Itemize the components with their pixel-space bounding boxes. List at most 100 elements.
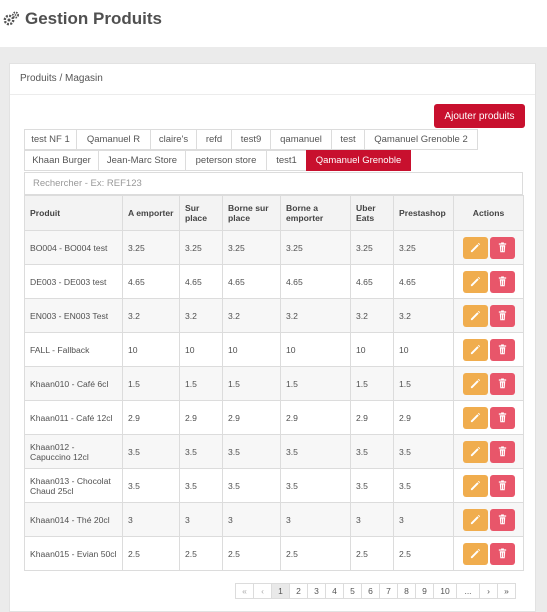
pagination-page-2[interactable]: 2: [289, 583, 308, 599]
tab-refd[interactable]: refd: [196, 129, 232, 150]
table-row: Khaan014 - Thé 20cl 3 3 3 3 3 3: [24, 502, 524, 537]
delete-button[interactable]: [489, 338, 515, 361]
cell-prestashop: 1.5: [393, 366, 454, 401]
cell-borne-sur-place: 1.5: [222, 366, 281, 401]
cell-borne-a-emporter: 3.2: [280, 298, 351, 333]
cell-actions: [453, 264, 524, 299]
edit-button[interactable]: [462, 304, 488, 327]
tab-claires[interactable]: claire's: [150, 129, 197, 150]
column-header-sur-place[interactable]: Sur place: [179, 195, 223, 231]
pagination-page-9[interactable]: 9: [415, 583, 434, 599]
delete-button[interactable]: [489, 304, 515, 327]
delete-button[interactable]: [489, 542, 515, 565]
edit-button[interactable]: [462, 338, 488, 361]
delete-button[interactable]: [489, 236, 515, 259]
tab-qamanuel-grenoble-2[interactable]: Qamanuel Grenoble 2: [364, 129, 478, 150]
cell-borne-sur-place: 4.65: [222, 264, 281, 299]
cell-borne-a-emporter: 3.5: [280, 468, 351, 503]
cell-produit: DE003 - DE003 test: [24, 264, 123, 299]
tab-test[interactable]: test: [331, 129, 365, 150]
edit-button[interactable]: [462, 406, 488, 429]
column-header-borne-a-emporter[interactable]: Borne a emporter: [280, 195, 351, 231]
table-row: Khaan015 - Evian 50cl 2.5 2.5 2.5 2.5 2.5 2.5: [24, 536, 524, 571]
column-header-a-emporter[interactable]: A emporter: [122, 195, 180, 231]
tab-qamanuel-r[interactable]: Qamanuel R: [76, 129, 151, 150]
products-panel: Produits / Magasin Ajouter produits test…: [9, 63, 536, 612]
table-header-row: Produit A emporter Sur place Borne sur p…: [24, 195, 524, 231]
cell-produit: EN003 - EN003 Test: [24, 298, 123, 333]
delete-button[interactable]: [489, 440, 515, 463]
cell-prestashop: 4.65: [393, 264, 454, 299]
table-row: Khaan012 - Capuccino 12cl 3.5 3.5 3.5 3.5 3.5…: [24, 434, 524, 469]
pagination-next[interactable]: ›: [479, 583, 498, 599]
delete-button[interactable]: [489, 406, 515, 429]
pagination-page-7[interactable]: 7: [379, 583, 398, 599]
search-input[interactable]: [24, 172, 523, 195]
cell-prestashop: 3.5: [393, 434, 454, 469]
edit-button[interactable]: [462, 236, 488, 259]
tab-qamanuel-grenoble[interactable]: Qamanuel Grenoble: [306, 150, 411, 171]
delete-button[interactable]: [489, 372, 515, 395]
cell-a-emporter: 10: [122, 332, 180, 367]
cell-sur-place: 2.9: [179, 400, 223, 435]
edit-button[interactable]: [462, 440, 488, 463]
column-header-produit[interactable]: Produit: [24, 195, 123, 231]
cell-a-emporter: 1.5: [122, 366, 180, 401]
cell-borne-sur-place: 3.5: [222, 468, 281, 503]
cell-produit: Khaan013 - Chocolat Chaud 25cl: [24, 468, 123, 503]
cell-a-emporter: 4.65: [122, 264, 180, 299]
tab-khaan-burger[interactable]: Khaan Burger: [24, 150, 99, 171]
panel-divider: [10, 94, 535, 95]
tab-peterson-store[interactable]: peterson store: [185, 150, 267, 171]
pagination: «‹ 1 2 3 4 5 6 7 8 9 10... ›»: [235, 583, 516, 599]
pagination-page-6[interactable]: 6: [361, 583, 380, 599]
cell-uber-eats: 10: [350, 332, 394, 367]
pagination-page-5[interactable]: 5: [343, 583, 362, 599]
cell-a-emporter: 2.5: [122, 536, 180, 571]
page-title: Gestion Produits: [25, 9, 162, 28]
pagination-last[interactable]: »: [497, 583, 516, 599]
edit-button[interactable]: [462, 474, 488, 497]
pagination-page-1[interactable]: 1: [271, 583, 290, 599]
delete-button[interactable]: [489, 474, 515, 497]
tab-test-nf-1[interactable]: test NF 1: [24, 129, 77, 150]
pagination-page-10[interactable]: 10: [433, 583, 457, 599]
delete-button[interactable]: [489, 270, 515, 293]
page-header: Gestion Produits: [0, 0, 547, 47]
cell-sur-place: 3.25: [179, 230, 223, 265]
cell-actions: [453, 298, 524, 333]
tab-test1[interactable]: test1: [266, 150, 307, 171]
cell-borne-a-emporter: 2.5: [280, 536, 351, 571]
tab-jean-marc-store[interactable]: Jean-Marc Store: [98, 150, 186, 171]
cell-borne-sur-place: 10: [222, 332, 281, 367]
pagination-page-4[interactable]: 4: [325, 583, 344, 599]
column-header-borne-sur-place[interactable]: Borne sur place: [222, 195, 281, 231]
cell-prestashop: 2.9: [393, 400, 454, 435]
edit-button[interactable]: [462, 542, 488, 565]
pagination-page-8[interactable]: 8: [397, 583, 416, 599]
pagination-page-3[interactable]: 3: [307, 583, 326, 599]
column-header-prestashop[interactable]: Prestashop: [393, 195, 454, 231]
pagination-ellipsis[interactable]: ...: [456, 583, 480, 599]
cell-uber-eats: 2.9: [350, 400, 394, 435]
cell-produit: FALL - Fallback: [24, 332, 123, 367]
cell-actions: [453, 366, 524, 401]
cell-produit: Khaan014 - Thé 20cl: [24, 502, 123, 537]
cell-a-emporter: 3.25: [122, 230, 180, 265]
delete-button[interactable]: [489, 508, 515, 531]
cell-produit: BO004 - BO004 test: [24, 230, 123, 265]
cell-prestashop: 3: [393, 502, 454, 537]
edit-button[interactable]: [462, 372, 488, 395]
cell-a-emporter: 3.5: [122, 468, 180, 503]
column-header-uber-eats[interactable]: Uber Eats: [350, 195, 394, 231]
cell-actions: [453, 502, 524, 537]
cell-uber-eats: 4.65: [350, 264, 394, 299]
add-products-button[interactable]: Ajouter produits: [434, 104, 525, 128]
pagination-first[interactable]: «: [235, 583, 254, 599]
pagination-prev[interactable]: ‹: [253, 583, 272, 599]
edit-button[interactable]: [462, 508, 488, 531]
tab-test9[interactable]: test9: [231, 129, 271, 150]
table-row: Khaan010 - Café 6cl 1.5 1.5 1.5 1.5 1.5 1.5: [24, 366, 524, 401]
edit-button[interactable]: [462, 270, 488, 293]
tab-qamanuel[interactable]: qamanuel: [270, 129, 332, 150]
